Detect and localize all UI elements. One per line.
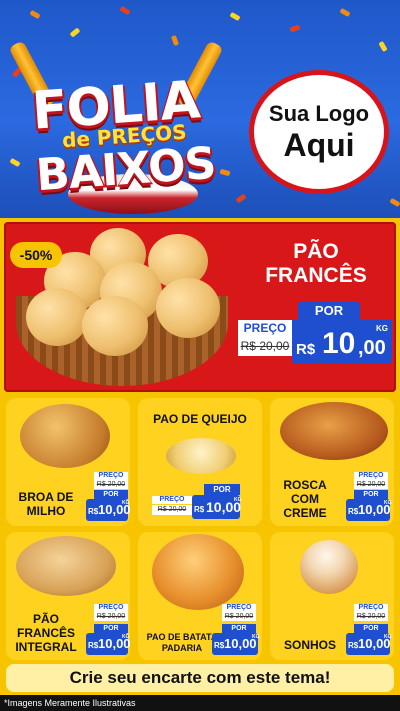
- old-price: R$ 20,00: [238, 336, 292, 356]
- confetti-decoration: [170, 34, 180, 47]
- store-logo-placeholder: Sua Logo Aqui: [249, 70, 389, 194]
- old-price: R$ 20,00: [94, 480, 128, 489]
- product-card[interactable]: BROA DE MILHO PREÇO R$ 20,00 POR R$ 10,0…: [6, 398, 131, 526]
- new-price-box: R$ 10,00 KG: [212, 633, 260, 655]
- price-currency: R$: [194, 505, 205, 514]
- sonho-image: [300, 540, 358, 594]
- price-unit: KG: [252, 634, 260, 640]
- bread-roll: [26, 288, 88, 346]
- price-unit: KG: [234, 497, 242, 503]
- preco-label: PREÇO: [354, 604, 388, 612]
- product-card[interactable]: ROSCA COM CREME PREÇO R$ 20,00 POR R$ 10…: [270, 398, 394, 526]
- por-label: POR: [204, 484, 240, 495]
- product-card[interactable]: SONHOS PREÇO R$ 20,00 POR R$ 10,00 KG: [270, 532, 394, 660]
- old-price: R$ 20,00: [222, 612, 256, 621]
- new-price-box: R$ 10,00 KG: [346, 499, 392, 521]
- por-label: POR: [298, 302, 360, 320]
- price-currency: R$: [296, 341, 316, 358]
- price-currency: R$: [214, 641, 225, 650]
- product-card[interactable]: PAO DE QUEIJO POR PREÇO R$ 20,00 R$ 10,0…: [138, 398, 262, 526]
- old-price: R$ 20,00: [354, 480, 388, 489]
- por-label: POR: [354, 490, 388, 499]
- preco-label: PREÇO: [222, 604, 256, 612]
- product-card[interactable]: PÃO FRANCÊS INTEGRAL PREÇO R$ 20,00 POR …: [6, 532, 131, 660]
- price-integer: 10: [322, 327, 356, 360]
- bread-roll: [82, 296, 148, 356]
- product-card[interactable]: PAO DE BATATA PADARIA PREÇO R$ 20,00 POR…: [138, 532, 262, 660]
- confetti-decoration: [235, 193, 247, 204]
- discount-badge: -50%: [10, 242, 62, 268]
- price-unit: KG: [384, 500, 392, 506]
- product-name: BROA DE MILHO: [18, 490, 74, 518]
- preco-label: PREÇO: [238, 320, 292, 336]
- new-price-box: R$ 10 ,00 KG: [292, 320, 392, 364]
- price-currency: R$: [88, 507, 99, 516]
- confetti-decoration: [289, 24, 301, 33]
- price-unit: KG: [122, 634, 130, 640]
- confetti-decoration: [378, 40, 388, 53]
- new-price-box: R$ 10,00 KG: [346, 633, 392, 655]
- preco-label: PREÇO: [354, 472, 388, 480]
- price-unit: KG: [122, 500, 130, 506]
- logo-text-line2: Aqui: [283, 127, 355, 163]
- new-price-box: R$ 10,00 KG: [86, 499, 131, 521]
- featured-product-name: PÃO FRANCÊS: [265, 240, 367, 287]
- por-label: POR: [222, 624, 256, 633]
- cta-banner[interactable]: Crie seu encarte com este tema!: [6, 664, 394, 692]
- pao-de-batata-image: [152, 534, 244, 610]
- preco-label: PREÇO: [94, 472, 128, 480]
- disclaimer-footer: *Imagens Meramente Ilustrativas: [0, 695, 400, 711]
- price-unit: KG: [384, 634, 392, 640]
- old-price: R$ 20,00: [354, 612, 388, 621]
- product-name: SONHOS: [283, 638, 336, 652]
- old-price: R$ 20,00: [152, 505, 192, 515]
- por-label: POR: [94, 624, 128, 633]
- product-name: PAO DE QUEIJO: [153, 412, 247, 426]
- por-label: POR: [94, 490, 128, 499]
- new-price-box: R$ 10,00 KG: [86, 633, 131, 655]
- product-name: PÃO FRANCÊS INTEGRAL: [15, 612, 77, 654]
- flyer-page: FOLIA de PREÇOS BAIXOS Sua Logo Aqui -50…: [0, 0, 400, 711]
- price-currency: R$: [348, 641, 359, 650]
- confetti-decoration: [229, 11, 241, 22]
- confetti-decoration: [69, 27, 81, 38]
- header-banner: FOLIA de PREÇOS BAIXOS Sua Logo Aqui: [0, 0, 400, 218]
- price-currency: R$: [348, 507, 359, 516]
- rosca-image: [280, 402, 388, 460]
- bread-roll: [156, 278, 220, 338]
- price-decimal: ,00: [358, 337, 386, 359]
- logo-text-line1: Sua Logo: [268, 101, 370, 126]
- confetti-decoration: [29, 9, 41, 20]
- product-name: ROSCA COM CREME: [283, 478, 327, 520]
- por-label: POR: [354, 624, 388, 633]
- broa-image: [20, 404, 110, 468]
- folia-campaign-logo: FOLIA de PREÇOS BAIXOS: [8, 40, 234, 214]
- preco-label: PREÇO: [94, 604, 128, 612]
- pao-de-queijo-image: [166, 438, 236, 474]
- confetti-decoration: [389, 197, 400, 208]
- confetti-decoration: [119, 5, 131, 16]
- preco-label: PREÇO: [152, 496, 192, 504]
- confetti-decoration: [339, 7, 351, 18]
- new-price-box: R$ 10,00 KG: [192, 495, 242, 519]
- old-price: R$ 20,00: [94, 612, 128, 621]
- pao-integral-image: [16, 536, 116, 596]
- price-currency: R$: [88, 641, 99, 650]
- price-unit: KG: [376, 324, 388, 333]
